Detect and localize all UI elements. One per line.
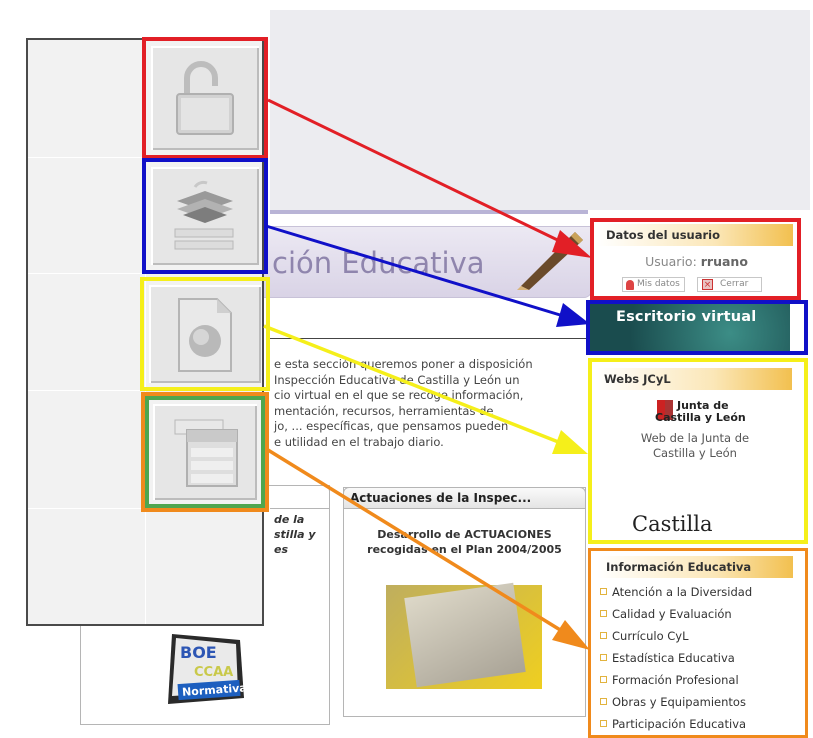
arrow-red (267, 98, 592, 258)
arrow-yellow (263, 324, 588, 454)
arrow-orange (267, 448, 590, 650)
arrow-blue (265, 224, 590, 327)
annotation-arrows (263, 98, 592, 650)
